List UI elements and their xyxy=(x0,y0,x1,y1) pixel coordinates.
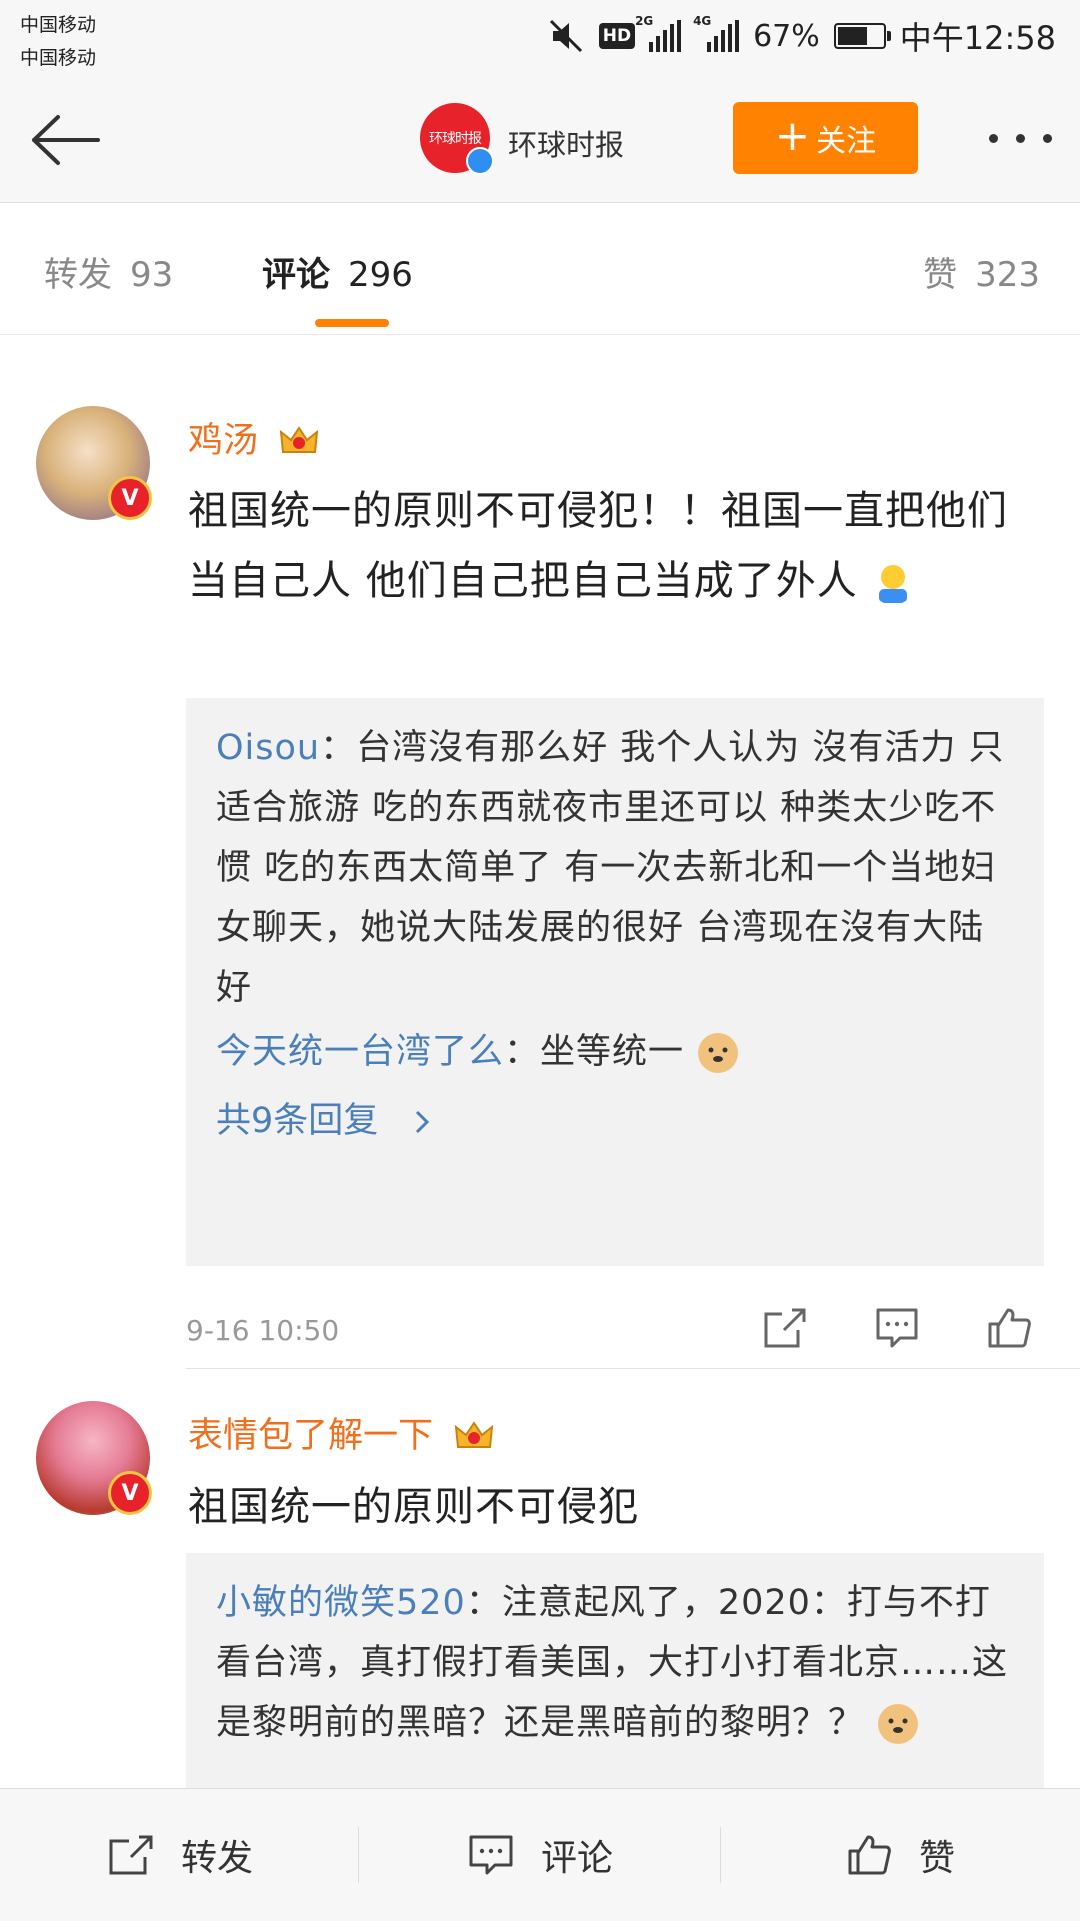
comment-meta: 9-16 10:50 xyxy=(186,1296,1044,1366)
comment-text: 祖国统一的原则不可侵犯 xyxy=(188,1484,639,1530)
bottom-action-bar: 转发 评论 赞 xyxy=(0,1788,1080,1921)
follow-button[interactable]: + 关注 xyxy=(733,102,918,174)
reply-comment-icon[interactable] xyxy=(874,1306,920,1350)
tab-repost-count: 93 xyxy=(130,255,174,295)
verified-badge-icon xyxy=(466,147,494,175)
tab-comment-label: 评论 xyxy=(262,255,330,295)
bottom-divider xyxy=(358,1827,359,1883)
reply-box[interactable]: Oisou：台湾沒有那么好 我个人认为 沒有活力 只适合旅游 吃的东西就夜市里还… xyxy=(186,698,1044,1266)
active-tab-indicator xyxy=(315,319,389,327)
avatar[interactable]: V xyxy=(36,1401,152,1515)
reply-author[interactable]: 今天统一台湾了么 xyxy=(216,1032,504,1072)
repost-icon xyxy=(109,1835,153,1875)
mute-icon xyxy=(549,19,582,53)
verified-v-icon: V xyxy=(108,476,152,520)
account-name[interactable]: 环球时报 xyxy=(508,122,624,164)
share-icon[interactable] xyxy=(762,1306,808,1350)
chevron-right-icon xyxy=(416,1110,430,1134)
reply-box[interactable]: 小敏的微笑520：注意起风了，2020：打与不打看台湾，真打假打看美国，大打小打… xyxy=(186,1553,1044,1789)
battery-percent: 67% xyxy=(753,18,820,54)
reply-item: 小敏的微笑520：注意起风了，2020：打与不打看台湾，真打假打看美国，大打小打… xyxy=(216,1573,1016,1753)
tab-comment-count: 296 xyxy=(348,255,413,295)
like-label: 赞 xyxy=(918,1838,955,1879)
like-thumb-icon[interactable] xyxy=(986,1306,1032,1350)
tab-repost[interactable]: 转发 93 xyxy=(44,247,173,296)
reply-item: Oisou：台湾沒有那么好 我个人认为 沒有活力 只适合旅游 吃的东西就夜市里还… xyxy=(216,728,1005,1008)
reply-author[interactable]: 小敏的微笑520 xyxy=(216,1583,466,1623)
repost-button[interactable]: 转发 xyxy=(0,1789,360,1921)
comment-item: V 表情包了解一下 祖国统一的原则不可侵犯 小敏的微笑520：注意起风了，202… xyxy=(0,1369,1080,1789)
reply-item: 今天统一台湾了么：坐等统一 xyxy=(216,1022,1016,1082)
battery-icon xyxy=(833,23,891,49)
shrug-emoji-icon xyxy=(879,565,908,603)
comment-icon xyxy=(469,1835,513,1875)
username[interactable]: 鸡汤 xyxy=(188,412,319,463)
signal-icon-2: 4G xyxy=(693,14,740,52)
reply-text: 坐等统一 xyxy=(540,1032,685,1072)
comment-item: V 鸡汤 祖国统一的原则不可侵犯！！祖国一直把他们当自己人 他们自己把自己当成了… xyxy=(0,334,1080,1374)
avatar[interactable]: V xyxy=(36,406,152,520)
comment-label: 评论 xyxy=(540,1838,613,1879)
tab-like-count: 323 xyxy=(975,255,1040,295)
comment-button[interactable]: 评论 xyxy=(360,1789,720,1921)
back-arrow-icon[interactable] xyxy=(28,107,102,173)
reply-text: 台湾沒有那么好 我个人认为 沒有活力 只适合旅游 吃的东西就夜市里还可以 种类太… xyxy=(216,728,1005,1008)
tab-bar: 转发 93 评论 296 赞 323 xyxy=(0,203,1080,335)
tab-like[interactable]: 赞 323 xyxy=(923,247,1040,296)
carrier-label-2: 中国移动 xyxy=(20,47,97,69)
doge-emoji-icon xyxy=(698,1033,739,1073)
thumbs-up-icon xyxy=(848,1835,891,1875)
like-button[interactable]: 赞 xyxy=(720,1789,1080,1921)
more-options-icon[interactable] xyxy=(989,134,1052,143)
repost-label: 转发 xyxy=(180,1838,253,1879)
comment-timestamp: 9-16 10:50 xyxy=(186,1314,340,1347)
follow-label: 关注 xyxy=(816,124,877,159)
view-all-replies-link[interactable]: 共9条回复 xyxy=(216,1092,433,1143)
status-bar: 中国移动 中国移动 HD 2G 4G 67% 中午12:58 xyxy=(0,0,1080,80)
signal-icon: 2G xyxy=(635,14,682,52)
crown-badge-icon xyxy=(279,426,319,453)
username[interactable]: 表情包了解一下 xyxy=(188,1407,494,1458)
tab-repost-label: 转发 xyxy=(44,255,112,295)
clock: 中午12:58 xyxy=(899,19,1056,57)
hd-indicator: HD xyxy=(598,23,636,49)
verified-v-icon: V xyxy=(108,1471,152,1515)
top-nav: 环球时报 环球时报 + 关注 xyxy=(0,80,1080,203)
carrier-label: 中国移动 xyxy=(20,14,97,36)
logo-text: 环球时报 xyxy=(429,131,482,147)
tab-like-label: 赞 xyxy=(923,255,958,295)
tab-comment[interactable]: 评论 296 xyxy=(262,247,413,296)
doge-emoji-icon xyxy=(878,1704,919,1744)
comment-text: 祖国统一的原则不可侵犯！！祖国一直把他们当自己人 他们自己把自己当成了外人 xyxy=(188,488,1008,604)
account-logo[interactable]: 环球时报 xyxy=(420,103,494,175)
plus-icon: + xyxy=(774,111,811,160)
crown-badge-icon xyxy=(454,1421,494,1448)
reply-author[interactable]: Oisou xyxy=(216,728,320,768)
